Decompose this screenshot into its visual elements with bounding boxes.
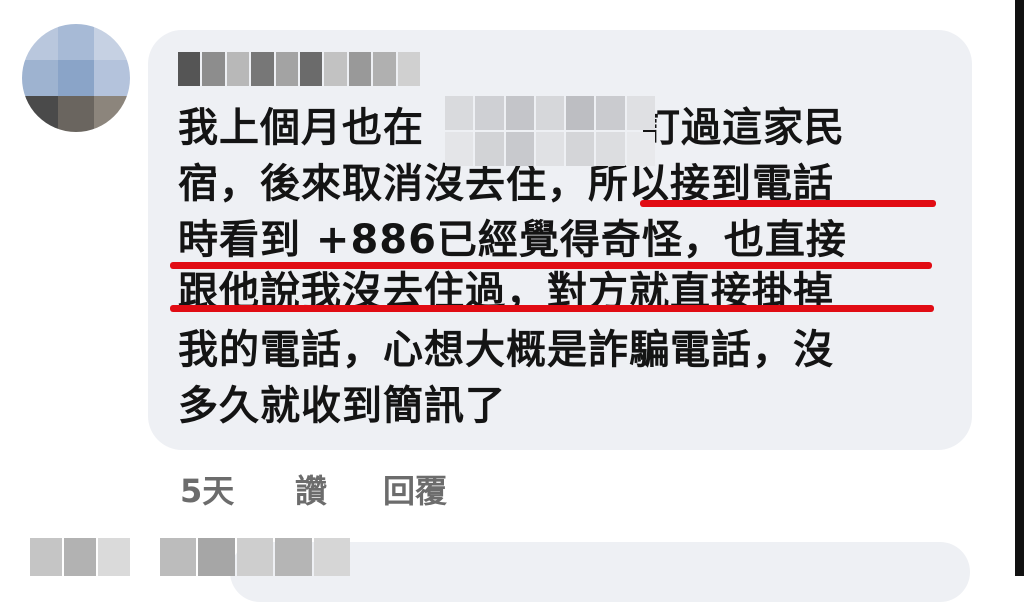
comment-line-3: 時看到 +886已經覺得奇怪，也直接 [178, 217, 847, 263]
comment-time: 5天 [180, 472, 235, 510]
next-avatar-blurred[interactable] [30, 538, 130, 576]
next-name-blurred[interactable] [160, 538, 351, 576]
comment-line-1b: 訂過這家民 [640, 105, 845, 151]
comment-line-6: 多久就收到簡訊了 [178, 383, 506, 429]
comment-line-1a: 我上個月也在 [178, 105, 424, 151]
commenter-name-blurred[interactable] [178, 52, 421, 86]
red-underline-2 [170, 262, 932, 269]
red-underline-3 [170, 305, 934, 312]
like-button[interactable]: 讚 [295, 466, 327, 512]
avatar[interactable] [22, 24, 130, 132]
comment-line-5: 我的電話，心想大概是詐騙電話，沒 [178, 327, 834, 373]
reply-button[interactable]: 回覆 [383, 466, 447, 512]
right-edge-bar [1015, 0, 1024, 576]
redaction-blur [445, 96, 655, 166]
red-underline-1 [640, 200, 936, 207]
